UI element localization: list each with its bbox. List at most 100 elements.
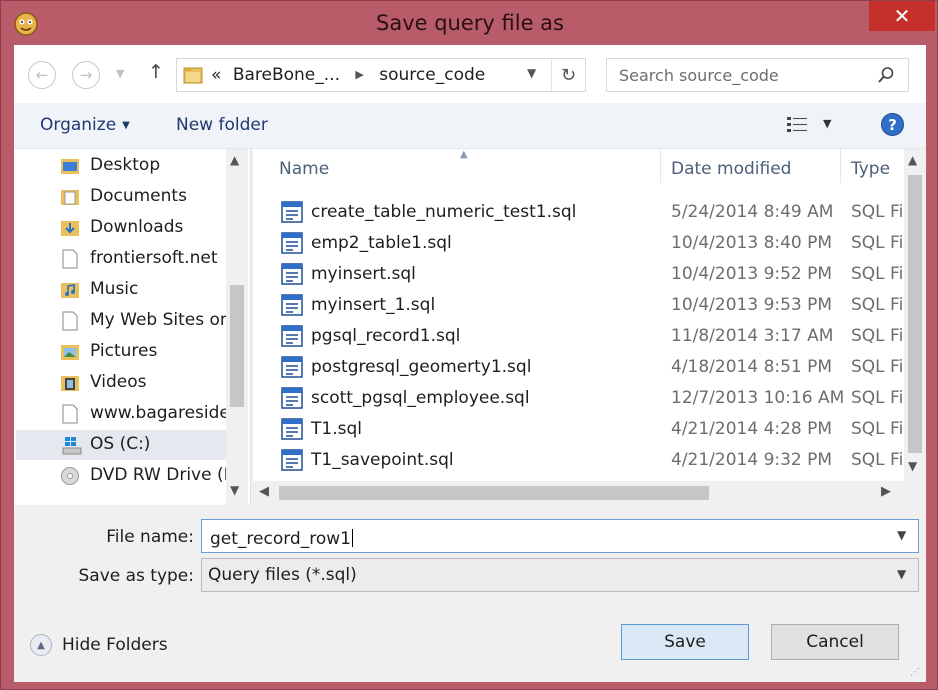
tree-item-documents[interactable]: Documents <box>14 182 224 212</box>
scrollbar-thumb[interactable] <box>230 285 244 407</box>
organize-button[interactable]: Organize ▼ <box>40 115 130 135</box>
videos-folder-icon <box>61 376 79 391</box>
breadcrumb-overflow[interactable]: « <box>211 65 221 85</box>
address-history-dropdown[interactable]: ▼ <box>527 66 536 80</box>
breadcrumb-item-source-code[interactable]: source_code <box>379 65 485 85</box>
recent-locations-dropdown[interactable]: ▼ <box>116 67 124 80</box>
tree-item-label: Videos <box>90 372 147 392</box>
help-icon: ? <box>888 115 897 134</box>
column-header: ▲ Name Date modified Type <box>253 149 904 187</box>
window-title: Save query file as <box>376 11 564 35</box>
file-row[interactable]: emp2_table1.sql 10/4/2013 8:40 PM SQL Fi… <box>253 228 904 259</box>
new-folder-button[interactable]: New folder <box>176 115 268 135</box>
scroll-down-icon[interactable]: ▼ <box>908 459 917 473</box>
refresh-icon: ↻ <box>560 64 577 86</box>
up-one-level-button[interactable]: ↑ <box>146 61 166 87</box>
column-divider[interactable] <box>660 149 661 183</box>
tree-item-pictures[interactable]: Pictures <box>14 337 224 367</box>
chevron-down-icon[interactable]: ▼ <box>897 567 906 581</box>
title-bar[interactable]: Save query file as ✕ <box>1 1 938 45</box>
windows-drive-icon <box>62 437 82 455</box>
scrollbar-corner <box>904 481 926 505</box>
file-list-horizontal-scrollbar[interactable]: ◀ ▶ <box>253 481 904 505</box>
column-divider[interactable] <box>840 149 841 183</box>
sort-ascending-icon: ▲ <box>460 149 468 160</box>
navigation-pane-scrollbar[interactable]: ▲ ▼ <box>226 149 248 505</box>
collapse-up-icon: ▲ <box>30 634 52 656</box>
file-row[interactable]: postgresql_geomerty1.sql 4/18/2014 8:51 … <box>253 352 904 383</box>
forward-arrow-icon: → <box>79 66 93 84</box>
column-type[interactable]: Type <box>851 159 890 179</box>
sql-file-icon <box>281 263 303 285</box>
sql-file-icon <box>281 356 303 378</box>
file-name: emp2_table1.sql <box>311 233 452 253</box>
tree-item-frontiersoft[interactable]: frontiersoft.net <box>14 244 224 274</box>
file-type: SQL File <box>851 295 904 315</box>
view-options-icon[interactable] <box>786 115 810 135</box>
tree-item-my-web-sites[interactable]: My Web Sites on <box>14 306 231 336</box>
file-row[interactable]: scott_pgsql_employee.sql 12/7/2013 10:16… <box>253 383 904 414</box>
save-button[interactable]: Save <box>621 624 749 660</box>
tree-item-downloads[interactable]: Downloads <box>14 213 224 243</box>
file-row[interactable]: T1.sql 4/21/2014 4:28 PM SQL File <box>253 414 904 445</box>
tree-item-desktop[interactable]: Desktop <box>14 151 224 181</box>
file-name-input[interactable]: get_record_row1 ▼ <box>201 519 919 553</box>
scroll-up-icon[interactable]: ▲ <box>908 153 917 167</box>
scrollbar-thumb[interactable] <box>908 175 922 453</box>
scroll-right-icon[interactable]: ▶ <box>881 484 891 499</box>
tree-item-bagaresider[interactable]: www.bagaresider <box>14 399 237 429</box>
music-folder-icon <box>61 283 79 298</box>
file-date: 5/24/2014 8:49 AM <box>671 202 834 222</box>
file-row[interactable]: T1_savepoint.sql 4/21/2014 9:32 PM SQL F… <box>253 445 904 476</box>
scrollbar-thumb[interactable] <box>279 486 709 500</box>
file-row[interactable]: myinsert_1.sql 10/4/2013 9:53 PM SQL Fil… <box>253 290 904 321</box>
search-icon[interactable] <box>877 66 895 84</box>
pictures-folder-icon <box>61 345 79 360</box>
file-date: 4/21/2014 4:28 PM <box>671 419 833 439</box>
hide-folders-label: Hide Folders <box>62 635 168 655</box>
file-name: postgresql_geomerty1.sql <box>311 357 532 377</box>
file-list-vertical-scrollbar[interactable]: ▲ ▼ <box>904 149 926 481</box>
address-bar[interactable]: « BareBone_... ▶ source_code ▼ ↻ <box>176 58 586 92</box>
breadcrumb-separator-icon[interactable]: ▶ <box>355 68 363 81</box>
tree-item-dvd-drive[interactable]: DVD RW Drive (E: <box>14 461 240 491</box>
breadcrumb-item-barebone[interactable]: BareBone_... <box>233 65 340 85</box>
search-box[interactable]: Search source_code <box>606 58 909 92</box>
downloads-folder-icon <box>61 221 79 236</box>
file-name: T1.sql <box>311 419 362 439</box>
file-name: myinsert.sql <box>311 264 416 284</box>
save-as-type-select[interactable]: Query files (*.sql) ▼ <box>201 558 919 592</box>
refresh-button[interactable]: ↻ <box>551 59 585 91</box>
file-row[interactable]: create_table_numeric_test1.sql 5/24/2014… <box>253 197 904 228</box>
file-icon <box>62 249 78 269</box>
scroll-down-icon[interactable]: ▼ <box>230 483 239 497</box>
cancel-button[interactable]: Cancel <box>771 624 899 660</box>
navigation-bar: ← → ▼ ↑ « BareBone_... ▶ source_code ▼ ↻… <box>14 45 926 103</box>
help-button[interactable]: ? <box>881 113 904 136</box>
tree-item-os-c[interactable]: OS (C:) <box>16 430 226 460</box>
tree-item-label: DVD RW Drive (E: <box>90 465 241 485</box>
resize-grip-icon[interactable]: ⋰ <box>910 667 920 678</box>
tree-item-videos[interactable]: Videos <box>14 368 224 398</box>
file-row[interactable]: pgsql_record1.sql 11/8/2014 3:17 AM SQL … <box>253 321 904 352</box>
forward-button[interactable]: → <box>72 61 100 89</box>
file-row[interactable]: myinsert.sql 10/4/2013 9:52 PM SQL File <box>253 259 904 290</box>
chevron-down-icon[interactable]: ▼ <box>897 528 906 542</box>
tree-item-music[interactable]: Music <box>14 275 224 305</box>
scroll-up-icon[interactable]: ▲ <box>230 153 239 167</box>
file-name-value: get_record_row1 <box>210 526 353 549</box>
sql-file-icon <box>281 387 303 409</box>
file-name: myinsert_1.sql <box>311 295 436 315</box>
file-date: 4/21/2014 9:32 PM <box>671 450 833 470</box>
back-button[interactable]: ← <box>28 61 56 89</box>
file-date: 10/4/2013 9:53 PM <box>671 295 833 315</box>
file-list-pane: ▲ Name Date modified Type create_table_n… <box>253 149 926 505</box>
column-date-modified[interactable]: Date modified <box>671 159 791 179</box>
file-date: 11/8/2014 3:17 AM <box>671 326 834 346</box>
view-options-dropdown[interactable]: ▼ <box>823 117 831 130</box>
close-button[interactable]: ✕ <box>869 1 935 31</box>
back-arrow-icon: ← <box>35 66 49 84</box>
column-name[interactable]: Name <box>279 159 329 179</box>
search-input[interactable]: Search source_code <box>619 66 779 85</box>
scroll-left-icon[interactable]: ◀ <box>259 484 269 499</box>
